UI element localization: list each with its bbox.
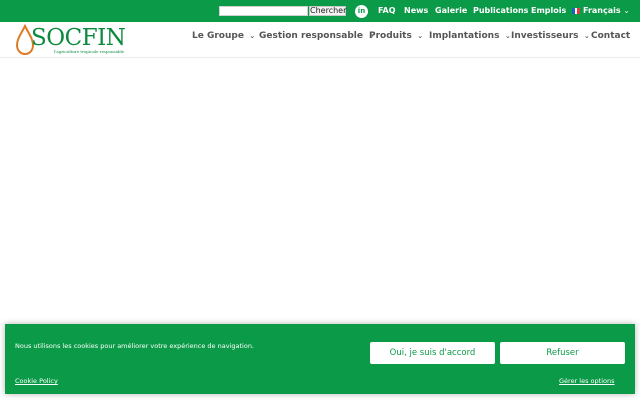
- top-link-emplois[interactable]: Emplois: [531, 6, 566, 16]
- french-flag-icon: [572, 8, 581, 14]
- nav-item-gestion-responsable[interactable]: Gestion responsable ⌄: [259, 31, 374, 42]
- chevron-down-icon: ⌄: [414, 32, 424, 40]
- search-button[interactable]: Chercher: [309, 6, 346, 16]
- language-label: Français: [583, 6, 621, 15]
- accept-cookies-button[interactable]: Oui, je suis d'accord: [370, 342, 495, 364]
- manage-options-link[interactable]: Gérer les options: [559, 377, 615, 385]
- top-bar: Chercher in FAQ News Galerie Publication…: [0, 0, 640, 22]
- search-input[interactable]: [219, 6, 308, 16]
- site-logo[interactable]: SOCFIN l'agriculture tropicale responsab…: [14, 24, 126, 56]
- refuse-cookies-button[interactable]: Refuser: [500, 342, 625, 364]
- chevron-down-icon: ⌄: [502, 32, 511, 40]
- nav-item-implantations[interactable]: Implantations ⌄: [429, 31, 511, 42]
- chevron-down-icon: ⌄: [623, 7, 630, 15]
- nav-label: Investisseurs: [511, 31, 579, 41]
- chevron-down-icon: ⌄: [581, 32, 590, 40]
- top-link-galerie[interactable]: Galerie: [435, 6, 467, 16]
- nav-label: Implantations: [429, 31, 500, 41]
- logo-text: SOCFIN: [31, 25, 126, 51]
- chevron-down-icon: ⌄: [246, 32, 256, 40]
- linkedin-icon-label: in: [357, 7, 366, 15]
- nav-label: Gestion responsable: [259, 31, 363, 41]
- nav-label: Le Groupe: [192, 31, 244, 41]
- page: Chercher in FAQ News Galerie Publication…: [0, 0, 640, 400]
- cookie-policy-link[interactable]: Cookie Policy: [15, 377, 58, 385]
- top-link-news[interactable]: News: [404, 6, 428, 16]
- top-link-publications[interactable]: Publications: [473, 6, 528, 16]
- nav-item-contact[interactable]: Contact: [591, 31, 630, 42]
- nav-item-investisseurs[interactable]: Investisseurs ⌄: [511, 31, 590, 42]
- logo-tagline: l'agriculture tropicale responsable: [54, 49, 125, 54]
- top-link-faq[interactable]: FAQ: [378, 6, 396, 16]
- nav-item-le-groupe[interactable]: Le Groupe ⌄: [192, 31, 255, 42]
- language-selector[interactable]: Français ⌄: [572, 6, 630, 16]
- main-header: SOCFIN l'agriculture tropicale responsab…: [0, 22, 640, 58]
- nav-item-produits[interactable]: Produits ⌄: [369, 31, 423, 42]
- nav-label: Produits: [369, 31, 412, 41]
- cookie-banner: Nous utilisons les cookies pour améliore…: [5, 324, 635, 394]
- cookie-message: Nous utilisons les cookies pour améliore…: [15, 342, 255, 350]
- linkedin-icon[interactable]: in: [355, 5, 368, 18]
